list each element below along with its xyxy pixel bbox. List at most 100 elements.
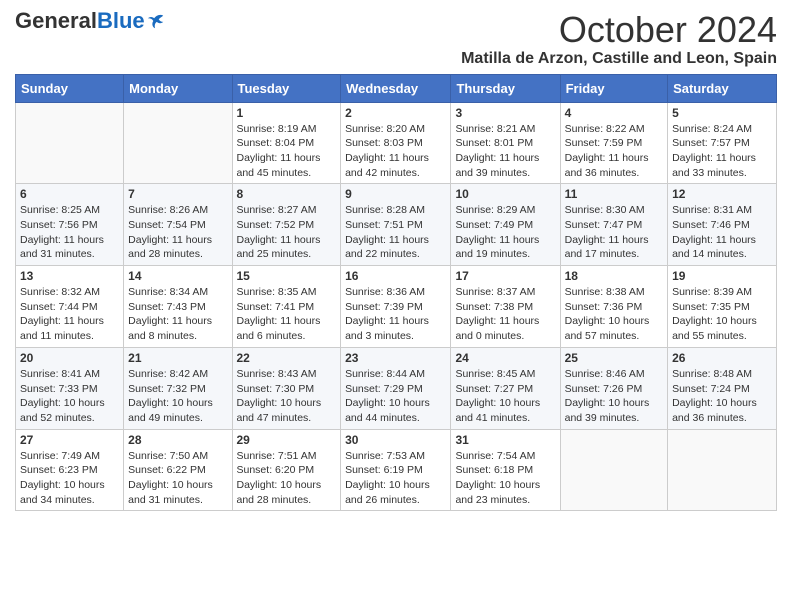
day-number: 8 bbox=[237, 187, 337, 201]
calendar-cell: 22 Sunrise: 8:43 AM Sunset: 7:30 PM Dayli… bbox=[232, 347, 341, 429]
day-number: 12 bbox=[672, 187, 772, 201]
day-info: Sunrise: 8:26 AM Sunset: 7:54 PM Dayligh… bbox=[128, 203, 227, 262]
day-number: 13 bbox=[20, 269, 119, 283]
day-number: 19 bbox=[672, 269, 772, 283]
calendar-cell: 30 Sunrise: 7:53 AM Sunset: 6:19 PM Dayli… bbox=[341, 429, 451, 511]
calendar-cell: 2 Sunrise: 8:20 AM Sunset: 8:03 PM Daylig… bbox=[341, 102, 451, 184]
day-number: 31 bbox=[455, 433, 555, 447]
day-number: 11 bbox=[565, 187, 663, 201]
calendar-day-header: Thursday bbox=[451, 74, 560, 102]
calendar-cell: 18 Sunrise: 8:38 AM Sunset: 7:36 PM Dayli… bbox=[560, 266, 667, 348]
calendar-cell: 16Sunrise: 8:36 AM Sunset: 7:39 PM Dayli… bbox=[341, 266, 451, 348]
calendar-cell: 8 Sunrise: 8:27 AM Sunset: 7:52 PM Daylig… bbox=[232, 184, 341, 266]
calendar-cell bbox=[560, 429, 667, 511]
calendar-week-row: 13 Sunrise: 8:32 AM Sunset: 7:44 PM Dayli… bbox=[16, 266, 777, 348]
calendar-cell: 6 Sunrise: 8:25 AM Sunset: 7:56 PM Daylig… bbox=[16, 184, 124, 266]
day-info: Sunrise: 8:39 AM Sunset: 7:35 PM Dayligh… bbox=[672, 285, 772, 344]
day-info: Sunrise: 8:37 AM Sunset: 7:38 PM Dayligh… bbox=[455, 285, 555, 344]
day-info: Sunrise: 8:32 AM Sunset: 7:44 PM Dayligh… bbox=[20, 285, 119, 344]
calendar-day-header: Wednesday bbox=[341, 74, 451, 102]
day-info: Sunrise: 8:29 AM Sunset: 7:49 PM Dayligh… bbox=[455, 203, 555, 262]
logo-bird-icon bbox=[147, 12, 165, 30]
calendar-cell: 28 Sunrise: 7:50 AM Sunset: 6:22 PM Dayli… bbox=[124, 429, 232, 511]
day-info: Sunrise: 7:50 AM Sunset: 6:22 PM Dayligh… bbox=[128, 449, 227, 508]
day-number: 7 bbox=[128, 187, 227, 201]
logo: GeneralBlue bbox=[15, 10, 165, 32]
day-info: Sunrise: 8:25 AM Sunset: 7:56 PM Dayligh… bbox=[20, 203, 119, 262]
calendar-cell: 31Sunrise: 7:54 AM Sunset: 6:18 PM Dayli… bbox=[451, 429, 560, 511]
calendar-cell: 24Sunrise: 8:45 AM Sunset: 7:27 PM Dayli… bbox=[451, 347, 560, 429]
calendar-cell: 11 Sunrise: 8:30 AM Sunset: 7:47 PM Dayli… bbox=[560, 184, 667, 266]
day-info: Sunrise: 8:34 AM Sunset: 7:43 PM Dayligh… bbox=[128, 285, 227, 344]
day-info: Sunrise: 8:42 AM Sunset: 7:32 PM Dayligh… bbox=[128, 367, 227, 426]
day-number: 17 bbox=[455, 269, 555, 283]
title-section: October 2024 Matilla de Arzon, Castille … bbox=[461, 10, 777, 68]
calendar-cell: 10 Sunrise: 8:29 AM Sunset: 7:49 PM Dayli… bbox=[451, 184, 560, 266]
day-info: Sunrise: 8:24 AM Sunset: 7:57 PM Dayligh… bbox=[672, 122, 772, 181]
day-number: 14 bbox=[128, 269, 227, 283]
day-info: Sunrise: 8:43 AM Sunset: 7:30 PM Dayligh… bbox=[237, 367, 337, 426]
calendar-day-header: Tuesday bbox=[232, 74, 341, 102]
calendar-cell: 19 Sunrise: 8:39 AM Sunset: 7:35 PM Dayli… bbox=[668, 266, 777, 348]
location-title: Matilla de Arzon, Castille and Leon, Spa… bbox=[461, 50, 777, 68]
calendar-cell: 13 Sunrise: 8:32 AM Sunset: 7:44 PM Dayli… bbox=[16, 266, 124, 348]
calendar-cell: 17 Sunrise: 8:37 AM Sunset: 7:38 PM Dayli… bbox=[451, 266, 560, 348]
day-number: 25 bbox=[565, 351, 663, 365]
calendar-day-header: Sunday bbox=[16, 74, 124, 102]
calendar-cell: 23 Sunrise: 8:44 AM Sunset: 7:29 PM Dayli… bbox=[341, 347, 451, 429]
calendar-cell: 12 Sunrise: 8:31 AM Sunset: 7:46 PM Dayli… bbox=[668, 184, 777, 266]
page-header: GeneralBlue October 2024 Matilla de Arzo… bbox=[15, 10, 777, 68]
logo-general: General bbox=[15, 10, 97, 32]
day-info: Sunrise: 8:38 AM Sunset: 7:36 PM Dayligh… bbox=[565, 285, 663, 344]
calendar-cell: 29 Sunrise: 7:51 AM Sunset: 6:20 PM Dayli… bbox=[232, 429, 341, 511]
day-number: 6 bbox=[20, 187, 119, 201]
calendar-cell: 5 Sunrise: 8:24 AM Sunset: 7:57 PM Daylig… bbox=[668, 102, 777, 184]
calendar-day-header: Friday bbox=[560, 74, 667, 102]
calendar-cell: 27Sunrise: 7:49 AM Sunset: 6:23 PM Dayli… bbox=[16, 429, 124, 511]
calendar-week-row: 6 Sunrise: 8:25 AM Sunset: 7:56 PM Daylig… bbox=[16, 184, 777, 266]
day-number: 23 bbox=[345, 351, 446, 365]
day-number: 9 bbox=[345, 187, 446, 201]
day-number: 10 bbox=[455, 187, 555, 201]
day-info: Sunrise: 8:30 AM Sunset: 7:47 PM Dayligh… bbox=[565, 203, 663, 262]
calendar-table: SundayMondayTuesdayWednesdayThursdayFrid… bbox=[15, 74, 777, 512]
calendar-cell bbox=[124, 102, 232, 184]
day-number: 30 bbox=[345, 433, 446, 447]
calendar-cell bbox=[16, 102, 124, 184]
calendar-day-header: Saturday bbox=[668, 74, 777, 102]
day-number: 29 bbox=[237, 433, 337, 447]
calendar-cell: 4 Sunrise: 8:22 AM Sunset: 7:59 PM Daylig… bbox=[560, 102, 667, 184]
day-info: Sunrise: 8:27 AM Sunset: 7:52 PM Dayligh… bbox=[237, 203, 337, 262]
calendar-week-row: 27Sunrise: 7:49 AM Sunset: 6:23 PM Dayli… bbox=[16, 429, 777, 511]
day-number: 2 bbox=[345, 106, 446, 120]
day-info: Sunrise: 8:22 AM Sunset: 7:59 PM Dayligh… bbox=[565, 122, 663, 181]
day-info: Sunrise: 7:53 AM Sunset: 6:19 PM Dayligh… bbox=[345, 449, 446, 508]
day-number: 5 bbox=[672, 106, 772, 120]
day-info: Sunrise: 8:20 AM Sunset: 8:03 PM Dayligh… bbox=[345, 122, 446, 181]
calendar-cell: 3Sunrise: 8:21 AM Sunset: 8:01 PM Daylig… bbox=[451, 102, 560, 184]
day-info: Sunrise: 8:46 AM Sunset: 7:26 PM Dayligh… bbox=[565, 367, 663, 426]
day-number: 22 bbox=[237, 351, 337, 365]
day-number: 15 bbox=[237, 269, 337, 283]
calendar-cell: 26Sunrise: 8:48 AM Sunset: 7:24 PM Dayli… bbox=[668, 347, 777, 429]
day-info: Sunrise: 8:19 AM Sunset: 8:04 PM Dayligh… bbox=[237, 122, 337, 181]
calendar-cell: 14 Sunrise: 8:34 AM Sunset: 7:43 PM Dayli… bbox=[124, 266, 232, 348]
day-number: 20 bbox=[20, 351, 119, 365]
day-number: 1 bbox=[237, 106, 337, 120]
day-info: Sunrise: 8:21 AM Sunset: 8:01 PM Dayligh… bbox=[455, 122, 555, 181]
calendar-cell: 7 Sunrise: 8:26 AM Sunset: 7:54 PM Daylig… bbox=[124, 184, 232, 266]
day-number: 26 bbox=[672, 351, 772, 365]
day-info: Sunrise: 8:28 AM Sunset: 7:51 PM Dayligh… bbox=[345, 203, 446, 262]
calendar-cell: 9 Sunrise: 8:28 AM Sunset: 7:51 PM Daylig… bbox=[341, 184, 451, 266]
day-number: 18 bbox=[565, 269, 663, 283]
day-info: Sunrise: 8:44 AM Sunset: 7:29 PM Dayligh… bbox=[345, 367, 446, 426]
day-number: 27 bbox=[20, 433, 119, 447]
calendar-day-header: Monday bbox=[124, 74, 232, 102]
day-info: Sunrise: 8:45 AM Sunset: 7:27 PM Dayligh… bbox=[455, 367, 555, 426]
day-number: 16 bbox=[345, 269, 446, 283]
day-info: Sunrise: 8:35 AM Sunset: 7:41 PM Dayligh… bbox=[237, 285, 337, 344]
day-number: 4 bbox=[565, 106, 663, 120]
day-info: Sunrise: 7:51 AM Sunset: 6:20 PM Dayligh… bbox=[237, 449, 337, 508]
day-number: 28 bbox=[128, 433, 227, 447]
day-info: Sunrise: 8:31 AM Sunset: 7:46 PM Dayligh… bbox=[672, 203, 772, 262]
